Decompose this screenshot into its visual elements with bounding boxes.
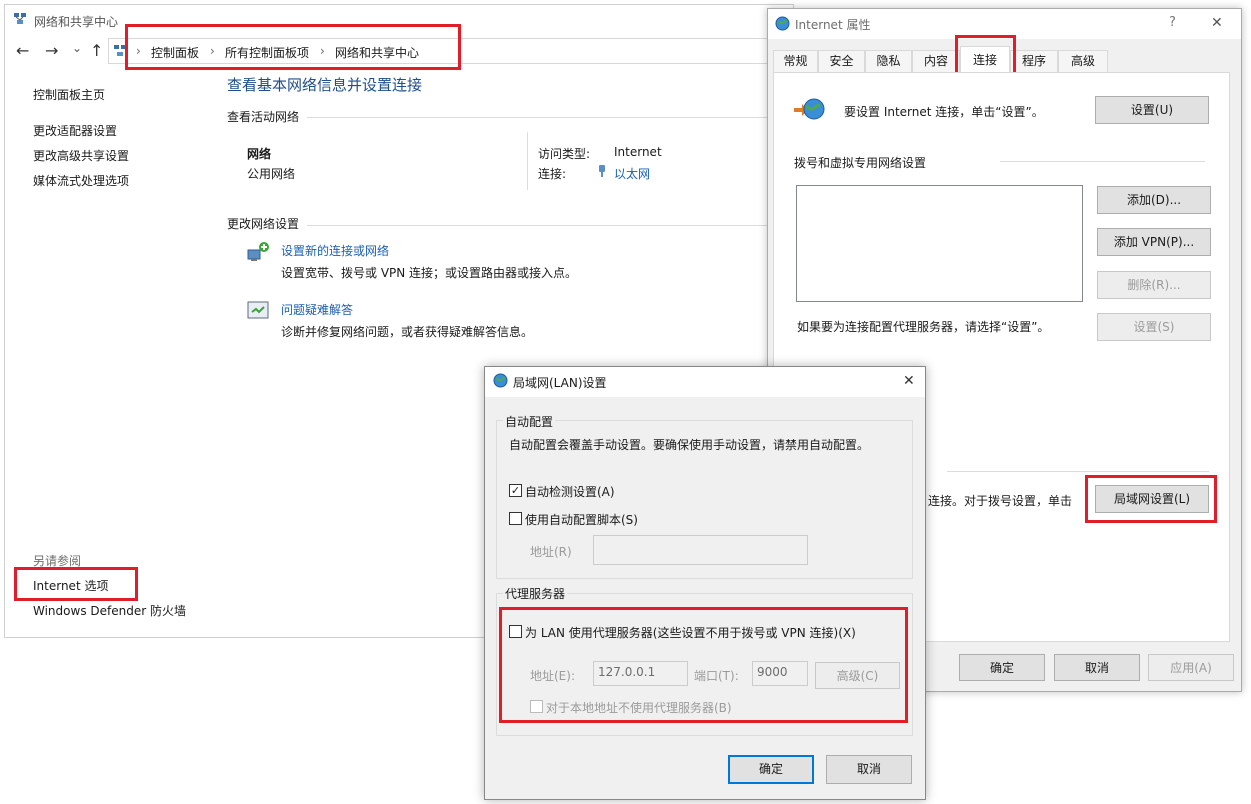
back-icon[interactable]: ← xyxy=(16,41,29,60)
port-field[interactable]: 9000 xyxy=(752,661,808,686)
breadcrumb-sep: › xyxy=(136,44,141,58)
cancel-button[interactable]: 取消 xyxy=(1054,654,1140,681)
lan-cancel-button[interactable]: 取消 xyxy=(826,755,912,784)
ok-button[interactable]: 确定 xyxy=(959,654,1045,681)
network-name: 网络 xyxy=(247,147,272,161)
up-icon[interactable]: ↑ xyxy=(90,41,103,60)
address-bar[interactable]: › 控制面板 › 所有控制面板项 › 网络和共享中心 xyxy=(108,38,788,64)
troubleshoot-icon xyxy=(246,300,270,322)
lan-settings-button[interactable]: 局域网设置(L) xyxy=(1095,485,1209,513)
tab-security[interactable]: 安全 xyxy=(818,50,865,72)
auto-detect-checkbox[interactable]: ✓ xyxy=(509,484,522,497)
breadcrumb-item-all-items[interactable]: 所有控制面板项 xyxy=(225,44,309,61)
lan-dialog-title: 局域网(LAN)设置 xyxy=(513,376,607,390)
proxy-group-label: 代理服务器 xyxy=(503,585,568,602)
proxy-address-field[interactable]: 127.0.0.1 xyxy=(593,661,688,686)
troubleshoot-link[interactable]: 问题疑难解答 xyxy=(281,301,353,318)
advanced-button[interactable]: 高级(C) xyxy=(815,662,900,689)
script-address-field[interactable] xyxy=(593,535,808,565)
port-label: 端口(T): xyxy=(694,669,739,683)
internet-options-link[interactable]: Internet 选项 xyxy=(33,577,108,594)
ethernet-link[interactable]: 以太网 xyxy=(614,165,650,182)
auto-script-checkbox[interactable] xyxy=(509,512,522,525)
troubleshoot-desc: 诊断并修复网络问题，或者获得疑难解答信息。 xyxy=(281,325,534,339)
bypass-local-label[interactable]: 对于本地地址不使用代理服务器(B) xyxy=(546,699,732,716)
breadcrumb-sep: › xyxy=(320,44,325,58)
tab-privacy[interactable]: 隐私 xyxy=(865,50,912,72)
page-title: 查看基本网络信息并设置连接 xyxy=(227,76,423,94)
auto-config-desc: 自动配置会覆盖手动设置。要确保使用手动设置，请禁用自动配置。 xyxy=(509,438,870,452)
help-button[interactable]: ? xyxy=(1169,15,1176,30)
divider xyxy=(947,471,1209,472)
connection-label: 连接: xyxy=(538,167,567,181)
lan-partial-text: 连接。对于拨号设置，单击 xyxy=(928,494,1073,508)
add-vpn-button[interactable]: 添加 VPN(P)... xyxy=(1097,228,1211,256)
use-proxy-label[interactable]: 为 LAN 使用代理服务器(这些设置不用于拨号或 VPN 连接)(X) xyxy=(525,624,856,641)
sidebar-item-media-streaming[interactable]: 媒体流式处理选项 xyxy=(33,172,129,189)
control-panel-icon xyxy=(113,44,127,58)
tab-advanced[interactable]: 高级 xyxy=(1058,50,1108,72)
dialup-list[interactable] xyxy=(796,185,1083,302)
change-settings-label: 更改网络设置 xyxy=(227,217,300,231)
tab-general[interactable]: 常规 xyxy=(773,50,818,72)
new-connection-desc: 设置宽带、拨号或 VPN 连接；或设置路由器或接入点。 xyxy=(281,266,578,280)
sidebar-item-advanced-sharing[interactable]: 更改高级共享设置 xyxy=(33,147,129,164)
lan-ok-button[interactable]: 确定 xyxy=(728,755,814,784)
sidebar-item-change-adapter[interactable]: 更改适配器设置 xyxy=(33,122,117,139)
new-connection-link[interactable]: 设置新的连接或网络 xyxy=(281,242,389,259)
see-also-label: 另请参阅 xyxy=(33,554,82,568)
breadcrumb-item-network-center[interactable]: 网络和共享中心 xyxy=(335,44,419,61)
tab-programs[interactable]: 程序 xyxy=(1010,50,1058,72)
auto-config-label: 自动配置 xyxy=(503,413,556,430)
sidebar-item-control-panel-home[interactable]: 控制面板主页 xyxy=(33,86,105,103)
breadcrumb-item-control-panel[interactable]: 控制面板 xyxy=(151,44,199,61)
auto-detect-label[interactable]: 自动检测设置(A) xyxy=(525,483,615,500)
close-icon[interactable]: ✕ xyxy=(1211,15,1223,31)
proxy-hint: 如果要为连接配置代理服务器，请选择“设置”。 xyxy=(797,320,1050,334)
globe-icon xyxy=(775,16,790,31)
dialup-label: 拨号和虚拟专用网络设置 xyxy=(794,156,927,170)
internet-properties-title: Internet 属性 xyxy=(795,18,871,32)
tab-content[interactable]: 内容 xyxy=(912,50,960,72)
use-proxy-checkbox[interactable] xyxy=(509,625,522,638)
apply-button[interactable]: 应用(A) xyxy=(1148,654,1234,681)
divider xyxy=(1000,161,1205,162)
explorer-title-icon xyxy=(13,12,27,26)
remove-button[interactable]: 删除(R)... xyxy=(1097,271,1211,299)
windows-firewall-link[interactable]: Windows Defender 防火墙 xyxy=(33,602,186,619)
internet-setup-icon xyxy=(792,96,826,124)
recent-locations-icon[interactable]: ⌄ xyxy=(72,41,82,55)
setup-text: 要设置 Internet 连接，单击“设置”。 xyxy=(844,105,1044,119)
network-type: 公用网络 xyxy=(247,167,296,181)
forward-icon[interactable]: → xyxy=(45,41,58,60)
explorer-title: 网络和共享中心 xyxy=(34,15,119,29)
setup-button[interactable]: 设置(U) xyxy=(1095,96,1209,124)
bypass-local-checkbox[interactable] xyxy=(530,700,543,713)
active-networks-label: 查看活动网络 xyxy=(227,110,300,124)
ethernet-icon xyxy=(598,164,606,178)
script-address-label: 地址(R) xyxy=(530,545,572,559)
auto-script-label[interactable]: 使用自动配置脚本(S) xyxy=(525,511,638,528)
close-icon[interactable]: ✕ xyxy=(903,373,915,389)
add-button[interactable]: 添加(D)... xyxy=(1097,186,1211,214)
access-type-value: Internet xyxy=(614,145,662,159)
proxy-address-label: 地址(E): xyxy=(530,669,575,683)
breadcrumb-sep: › xyxy=(210,44,215,58)
divider xyxy=(527,132,528,190)
divider xyxy=(307,225,767,226)
globe-icon xyxy=(493,373,508,388)
new-connection-icon xyxy=(246,240,270,264)
dialup-settings-button[interactable]: 设置(S) xyxy=(1097,313,1211,341)
access-type-label: 访问类型: xyxy=(538,147,591,161)
divider xyxy=(307,117,767,118)
tab-connections[interactable]: 连接 xyxy=(960,46,1010,73)
